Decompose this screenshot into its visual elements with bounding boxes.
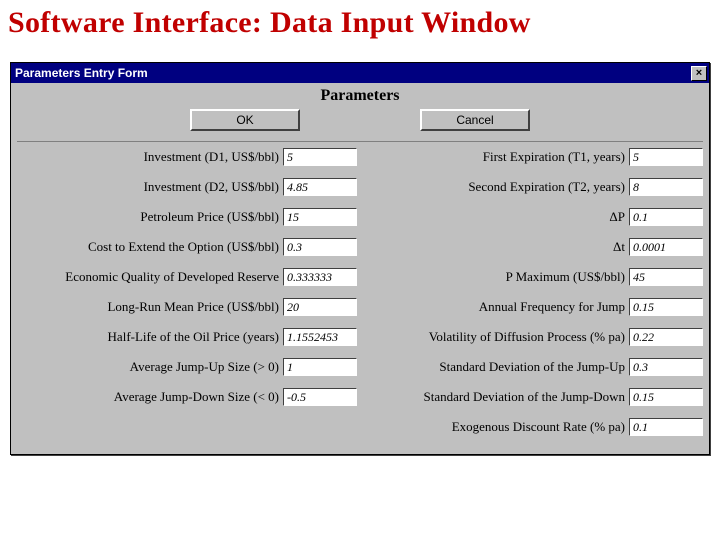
row-2: Investment (D2, US$/bbl) Second Expirati… [17,178,703,196]
input-extend-cost[interactable] [283,238,357,256]
label-petrol-price: Petroleum Price (US$/bbl) [140,209,279,225]
label-jump-freq: Annual Frequency for Jump [479,299,625,315]
window-title: Parameters Entry Form [15,66,148,80]
row-3: Petroleum Price (US$/bbl) ΔP [17,208,703,226]
label-delta-p: ΔP [609,209,625,225]
input-p-max[interactable] [629,268,703,286]
page-title: Software Interface: Data Input Window [0,0,720,50]
input-jump-down-size[interactable] [283,388,357,406]
label-diffusion-vol: Volatility of Diffusion Process (% pa) [429,329,625,345]
label-econ-quality: Economic Quality of Developed Reserve [65,269,279,285]
input-half-life[interactable] [283,328,357,346]
input-first-exp[interactable] [629,148,703,166]
label-jump-up-sd: Standard Deviation of the Jump-Up [439,359,625,375]
label-jump-down-sd: Standard Deviation of the Jump-Down [424,389,625,405]
label-delta-t: Δt [613,239,625,255]
label-first-exp: First Expiration (T1, years) [483,149,625,165]
input-jump-up-size[interactable] [283,358,357,376]
row-7: Half-Life of the Oil Price (years) Volat… [17,328,703,346]
label-investment-d1: Investment (D1, US$/bbl) [144,149,279,165]
label-investment-d2: Investment (D2, US$/bbl) [144,179,279,195]
label-long-run-mean: Long-Run Mean Price (US$/bbl) [107,299,279,315]
label-p-max: P Maximum (US$/bbl) [506,269,625,285]
input-econ-quality[interactable] [283,268,357,286]
input-diffusion-vol[interactable] [629,328,703,346]
form-body: Parameters OK Cancel Investment (D1, US$… [11,83,709,454]
row-5: Economic Quality of Developed Reserve P … [17,268,703,286]
input-investment-d1[interactable] [283,148,357,166]
label-second-exp: Second Expiration (T2, years) [468,179,625,195]
input-investment-d2[interactable] [283,178,357,196]
titlebar: Parameters Entry Form × [11,63,709,83]
input-discount-rate[interactable] [629,418,703,436]
input-delta-p[interactable] [629,208,703,226]
cancel-button[interactable]: Cancel [420,109,530,131]
row-8: Average Jump-Up Size (> 0) Standard Devi… [17,358,703,376]
parameters-window: Parameters Entry Form × Parameters OK Ca… [10,62,710,455]
form-heading: Parameters [17,85,703,109]
input-jump-freq[interactable] [629,298,703,316]
label-extend-cost: Cost to Extend the Option (US$/bbl) [88,239,279,255]
ok-button[interactable]: OK [190,109,300,131]
label-jump-up-size: Average Jump-Up Size (> 0) [130,359,279,375]
row-9: Average Jump-Down Size (< 0) Standard De… [17,388,703,406]
input-jump-down-sd[interactable] [629,388,703,406]
fields-area: Investment (D1, US$/bbl) First Expiratio… [17,141,703,436]
row-4: Cost to Extend the Option (US$/bbl) Δt [17,238,703,256]
label-half-life: Half-Life of the Oil Price (years) [108,329,279,345]
input-second-exp[interactable] [629,178,703,196]
label-discount-rate: Exogenous Discount Rate (% pa) [452,419,625,435]
input-petrol-price[interactable] [283,208,357,226]
input-long-run-mean[interactable] [283,298,357,316]
row-6: Long-Run Mean Price (US$/bbl) Annual Fre… [17,298,703,316]
row-10: Exogenous Discount Rate (% pa) [17,418,703,436]
input-jump-up-sd[interactable] [629,358,703,376]
button-row: OK Cancel [17,109,703,141]
close-icon[interactable]: × [691,66,707,81]
input-delta-t[interactable] [629,238,703,256]
row-1: Investment (D1, US$/bbl) First Expiratio… [17,148,703,166]
label-jump-down-size: Average Jump-Down Size (< 0) [114,389,279,405]
